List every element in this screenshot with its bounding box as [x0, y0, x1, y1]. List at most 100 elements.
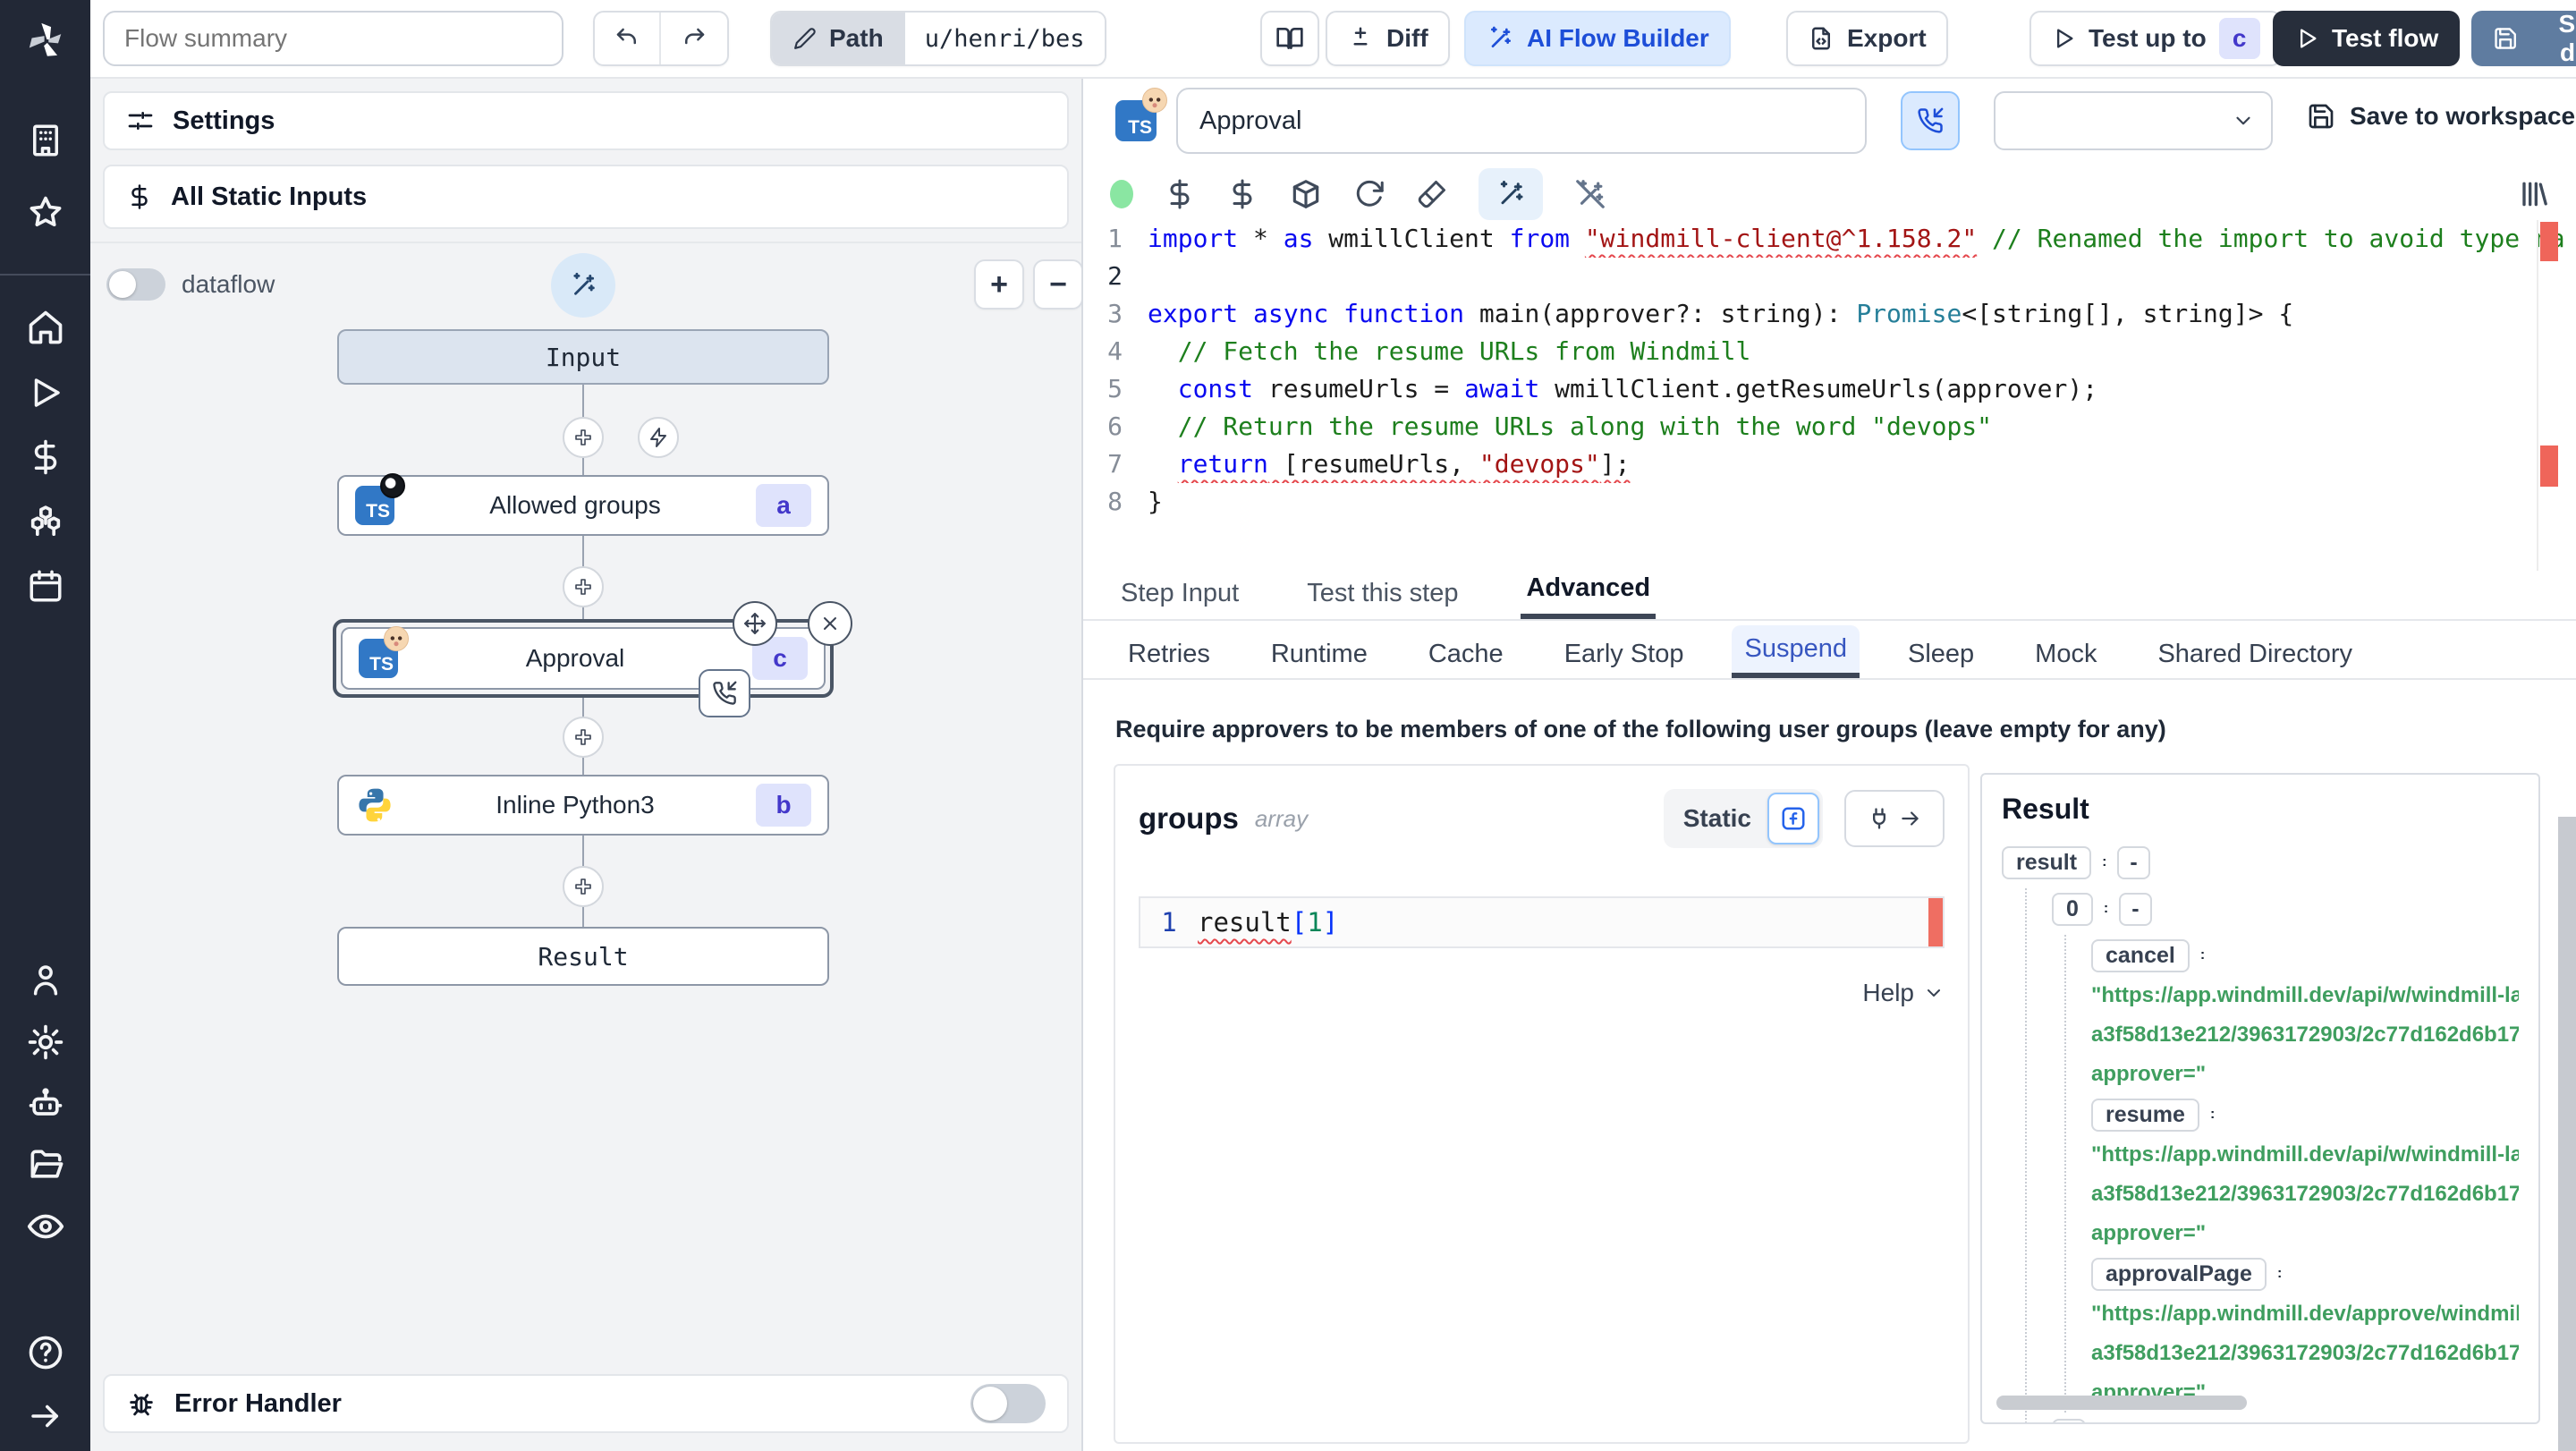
tab-mock[interactable]: Mock [2022, 631, 2109, 678]
ai-disabled-icon[interactable] [1573, 177, 1607, 211]
vertical-scrollbar[interactable] [2558, 817, 2576, 1451]
workers-robot-icon[interactable] [0, 1084, 90, 1124]
result-key-chip[interactable]: cancel [2091, 938, 2190, 972]
tab-step-input[interactable]: Step Input [1115, 568, 1244, 619]
groups-expression-editor[interactable]: 1 result[1] [1139, 896, 1945, 948]
tab-early-stop[interactable]: Early Stop [1552, 631, 1697, 678]
insert-step-button[interactable] [563, 866, 604, 907]
horizontal-scrollbar[interactable] [1996, 1396, 2247, 1410]
step-name-input[interactable] [1176, 88, 1867, 154]
code-line: 4 // Fetch the resume URLs from Windmill [1107, 336, 1751, 366]
favorites-star-icon[interactable] [0, 193, 90, 233]
redo-button[interactable] [661, 13, 727, 64]
windmill-logo[interactable] [0, 16, 90, 66]
flow-node-result[interactable]: Result [337, 927, 829, 986]
code-editor[interactable]: 1 import * as wmillClient from "windmill-… [1083, 220, 2576, 571]
result-key-chip[interactable]: result [2002, 845, 2092, 879]
workspace-icon[interactable] [0, 122, 90, 159]
diff-icon [1353, 27, 1368, 46]
result-key-chip[interactable]: 1 [2052, 1418, 2086, 1422]
error-handler-toggle[interactable] [970, 1384, 1046, 1423]
ai-flow-builder-button[interactable]: AI Flow Builder [1464, 11, 1731, 66]
result-url: a3f58d13e212/3963172903/2c77d162d6b17395… [2091, 1341, 2519, 1365]
ai-assistant-active-button[interactable] [1479, 168, 1543, 220]
folders-icon[interactable] [0, 1145, 90, 1184]
flow-node-allowed-groups[interactable]: TS Allowed groups a [337, 473, 829, 536]
tab-test-this-step[interactable]: Test this step [1301, 568, 1463, 619]
collapse-sidebar-arrow-icon[interactable] [0, 1397, 90, 1435]
result-key-chip[interactable]: resume [2091, 1098, 2199, 1132]
tab-suspend[interactable]: Suspend [1732, 625, 1860, 678]
format-brush-icon[interactable] [1416, 178, 1448, 210]
script-version-select[interactable] [1994, 91, 2273, 150]
tab-sleep[interactable]: Sleep [1895, 631, 1987, 678]
library-icon[interactable] [2515, 176, 2551, 212]
dataflow-toggle[interactable] [106, 268, 165, 301]
editor-overview-ruler[interactable] [2537, 220, 2558, 571]
tab-runtime[interactable]: Runtime [1258, 631, 1380, 678]
audit-eye-icon[interactable] [0, 1206, 90, 1247]
export-button[interactable]: Export [1786, 11, 1948, 66]
settings-gear-icon[interactable] [0, 1022, 90, 1062]
error-marker [2540, 222, 2558, 261]
tab-cache[interactable]: Cache [1416, 631, 1516, 678]
variables-dollar-icon[interactable] [0, 438, 90, 476]
zoom-out-button[interactable]: − [1033, 259, 1083, 310]
tab-retries[interactable]: Retries [1115, 631, 1223, 678]
error-handler-label: Error Handler [174, 1388, 342, 1418]
result-key-chip[interactable]: approvalPage [2091, 1257, 2267, 1291]
result-url: "https://app.windmill.dev/api/w/windmill… [2091, 983, 2519, 1007]
path-edit-button[interactable]: Path [772, 13, 905, 64]
flow-node-input[interactable]: Input [337, 329, 829, 385]
resources-dollar-icon[interactable] [1226, 178, 1258, 210]
reload-icon[interactable] [1353, 178, 1385, 210]
flow-settings-card[interactable]: Settings [103, 91, 1069, 150]
path-value[interactable]: u/henri/bes [904, 13, 1105, 64]
home-icon[interactable] [0, 308, 90, 347]
help-toggle[interactable]: Help [1139, 979, 1945, 1007]
flow-node-inline-python3[interactable]: Inline Python3 b [337, 775, 829, 836]
move-step-button[interactable] [733, 601, 777, 646]
test-up-to-button[interactable]: Test up to c [2029, 11, 2282, 66]
tab-advanced[interactable]: Advanced [1521, 563, 1657, 619]
user-icon[interactable] [0, 961, 90, 998]
error-handler-card[interactable]: Error Handler [103, 1374, 1069, 1433]
connect-input-button[interactable] [1844, 790, 1945, 847]
zoom-in-button[interactable]: + [974, 259, 1024, 310]
package-icon[interactable] [1289, 177, 1323, 211]
collapse-chip[interactable]: - [2119, 892, 2152, 926]
input-node-label: Input [545, 342, 622, 372]
delete-step-button[interactable] [808, 601, 852, 646]
undo-button[interactable] [595, 13, 662, 64]
code-line: 1 import * as wmillClient from "windmill-… [1107, 224, 2565, 253]
diff-button[interactable]: Diff [1326, 11, 1450, 66]
variables-dollar-icon[interactable] [1164, 178, 1196, 210]
save-draft-button[interactable]: Save draft [2471, 10, 2576, 66]
tab-shared-directory[interactable]: Shared Directory [2145, 631, 2365, 678]
insert-step-button[interactable] [563, 566, 604, 607]
flow-canvas[interactable]: Settings All Static Inputs dataflow + − … [90, 79, 1083, 1451]
plus-icon [575, 579, 591, 595]
step-name: Approval [525, 644, 625, 672]
insert-step-button[interactable] [563, 417, 604, 458]
collapse-chip[interactable]: - [2117, 845, 2150, 879]
runs-play-icon[interactable] [0, 374, 90, 412]
save-to-workspace-button[interactable]: Save to workspace [2307, 102, 2575, 131]
dataflow-label: dataflow [182, 270, 275, 298]
suspend-indicator-button[interactable] [1901, 91, 1960, 150]
groups-label: groups [1139, 802, 1239, 835]
plug-icon [1873, 808, 1885, 829]
resources-boxes-icon[interactable] [0, 503, 90, 542]
add-trigger-button[interactable] [638, 417, 679, 458]
docs-book-button[interactable] [1260, 11, 1319, 66]
ai-assistant-button[interactable] [551, 253, 615, 318]
result-key-chip[interactable]: 0 [2052, 892, 2093, 926]
help-icon[interactable] [0, 1333, 90, 1372]
javascript-expression-button[interactable] [1767, 793, 1819, 844]
schedules-calendar-icon[interactable] [0, 567, 90, 605]
all-static-inputs-card[interactable]: All Static Inputs [103, 165, 1069, 229]
static-javascript-toggle[interactable]: Static [1663, 789, 1823, 848]
insert-step-button[interactable] [563, 717, 604, 758]
flow-summary-input[interactable] [103, 11, 564, 66]
test-flow-button[interactable]: Test flow [2273, 11, 2461, 66]
